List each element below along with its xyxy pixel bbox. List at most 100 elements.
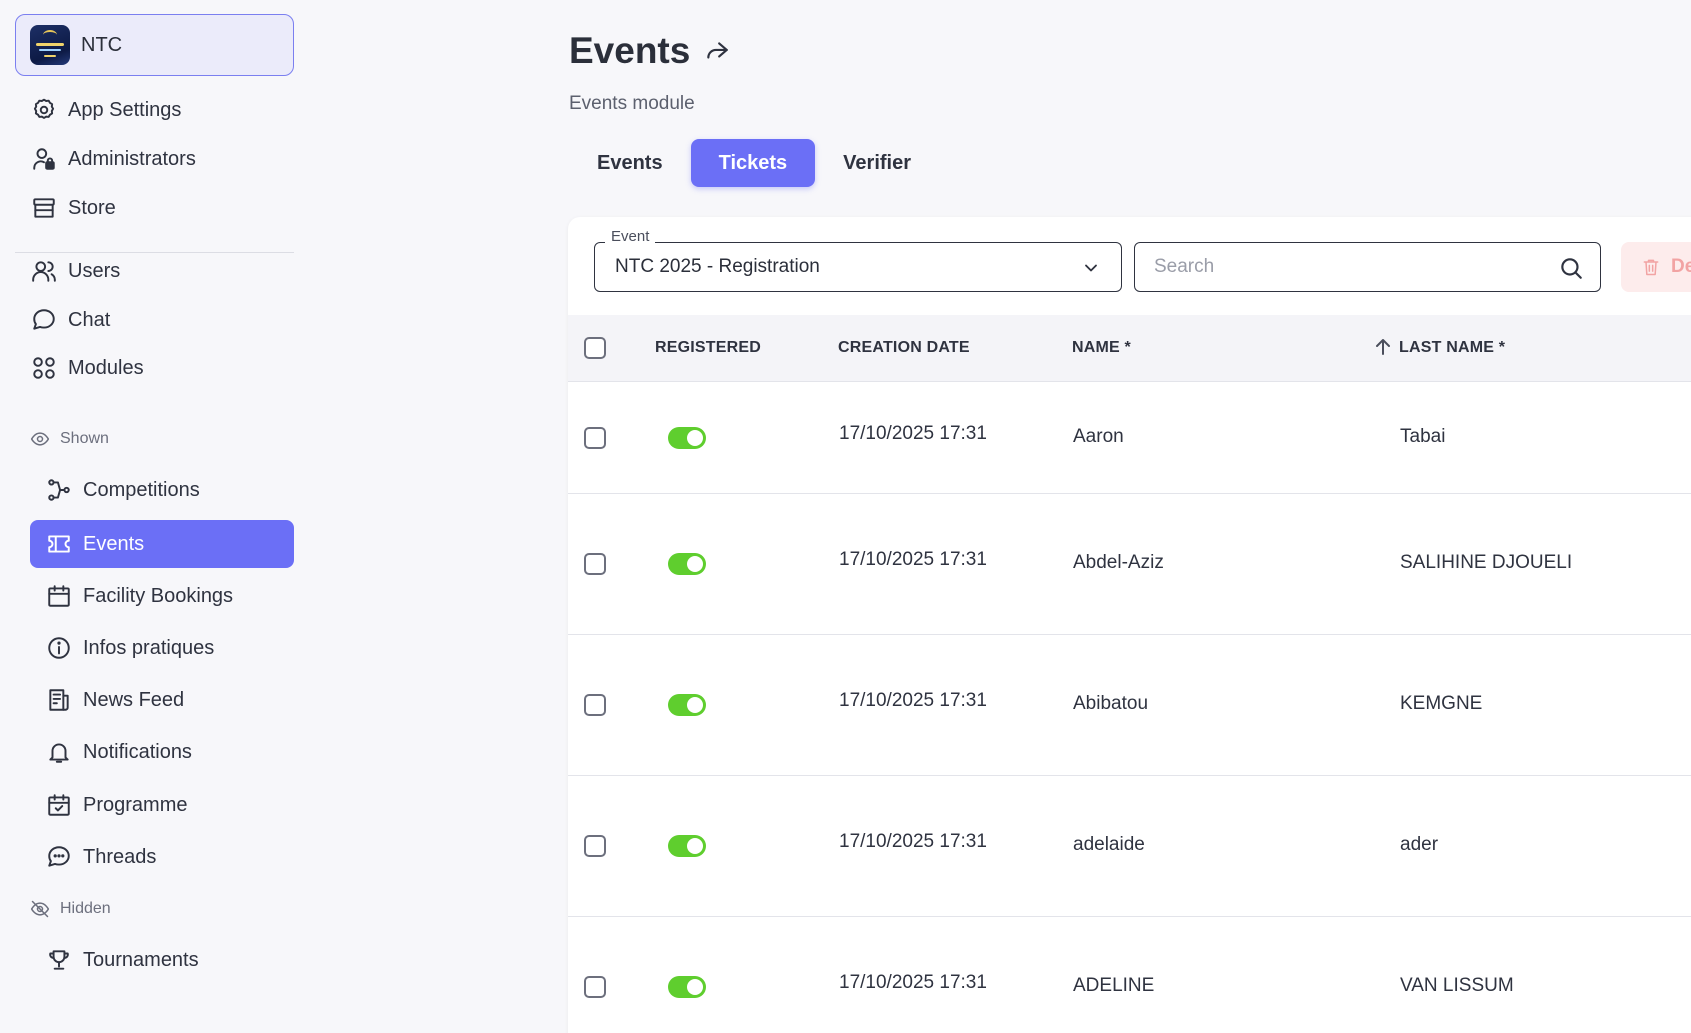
page-title: Events	[569, 30, 730, 72]
creation-date-cell: 17/10/2025 17:31	[839, 690, 987, 711]
last-name-cell: KEMGNE	[1400, 693, 1483, 714]
row-checkbox[interactable]	[584, 694, 606, 716]
event-select-value: NTC 2025 - Registration	[615, 256, 820, 277]
table-header: REGISTERED CREATION DATE NAME * LAST NAM…	[568, 315, 1691, 382]
table-row[interactable]: 17/10/2025 17:31 Abdel-Aziz SALIHINE DJO…	[568, 494, 1691, 635]
creation-date-cell: 17/10/2025 17:31	[839, 972, 987, 993]
sidebar-item-label: App Settings	[68, 98, 182, 121]
ticket-icon	[45, 530, 73, 558]
table-row[interactable]: 17/10/2025 17:31 ADELINE VAN LISSUM	[568, 917, 1691, 1033]
sidebar-item-administrators[interactable]: Administrators	[30, 137, 294, 181]
modules-icon	[30, 354, 58, 382]
sidebar-item-modules[interactable]: Modules	[30, 346, 294, 390]
sidebar-item-programme[interactable]: Programme	[30, 783, 294, 827]
creation-date-cell: 17/10/2025 17:31	[839, 549, 987, 570]
sort-ascending-icon[interactable]	[1371, 335, 1395, 359]
sidebar-item-label: Users	[68, 259, 121, 282]
sidebar-item-label: Competitions	[83, 478, 200, 501]
calendar-check-icon	[45, 791, 73, 819]
name-cell: adelaide	[1073, 834, 1145, 855]
eye-off-icon	[30, 900, 50, 918]
registered-toggle[interactable]	[668, 976, 706, 998]
search-input[interactable]	[1135, 256, 1535, 278]
row-checkbox[interactable]	[584, 427, 606, 449]
sidebar-item-label: Threads	[83, 845, 157, 868]
eye-icon	[30, 432, 50, 446]
sidebar: NTC App Settings Administrators Store Us…	[0, 0, 300, 1033]
last-name-cell: ader	[1400, 834, 1439, 855]
tab-tickets[interactable]: Tickets	[690, 139, 816, 187]
column-registered[interactable]: REGISTERED	[655, 339, 761, 357]
sidebar-item-app-settings[interactable]: App Settings	[30, 88, 294, 132]
column-creation-date[interactable]: CREATION DATE	[838, 339, 970, 357]
sidebar-item-label: Chat	[68, 308, 111, 331]
app-logo	[30, 25, 70, 65]
registered-toggle[interactable]	[668, 835, 706, 857]
name-cell: Abibatou	[1073, 693, 1149, 714]
sidebar-item-label: Events	[83, 532, 145, 555]
table-row[interactable]: 17/10/2025 17:31 adelaide ader	[568, 776, 1691, 917]
column-name[interactable]: NAME *	[1072, 339, 1131, 357]
registered-toggle[interactable]	[668, 427, 706, 449]
bell-icon	[45, 738, 73, 766]
trophy-icon	[45, 946, 73, 974]
event-select-label: Event	[605, 228, 656, 245]
name-cell: Abdel-Aziz	[1073, 552, 1164, 573]
column-last-name[interactable]: LAST NAME *	[1399, 339, 1505, 357]
sidebar-item-label: Administrators	[68, 147, 196, 170]
users-icon	[30, 257, 58, 285]
sidebar-item-threads[interactable]: Threads	[30, 835, 294, 879]
sidebar-item-infos-pratiques[interactable]: Infos pratiques	[30, 626, 294, 670]
event-select[interactable]: NTC 2025 - Registration	[594, 242, 1122, 292]
sidebar-item-users[interactable]: Users	[30, 249, 294, 293]
tab-events[interactable]: Events	[569, 139, 691, 187]
sidebar-item-label: News Feed	[83, 688, 185, 711]
chat-dots-icon	[45, 843, 73, 871]
sidebar-item-tournaments[interactable]: Tournaments	[30, 938, 294, 982]
tab-verifier[interactable]: Verifier	[815, 139, 939, 187]
sidebar-item-label: Infos pratiques	[83, 636, 215, 659]
info-icon	[45, 634, 73, 662]
page-subtitle: Events module	[569, 93, 695, 114]
sidebar-item-notifications[interactable]: Notifications	[30, 730, 294, 774]
sidebar-item-facility-bookings[interactable]: Facility Bookings	[30, 574, 294, 618]
section-hidden: Hidden	[30, 897, 111, 921]
sidebar-item-label: Tournaments	[83, 948, 199, 971]
row-checkbox[interactable]	[584, 976, 606, 998]
tickets-card: NTC 2025 - Registration Event Delete REG…	[568, 217, 1691, 1033]
sidebar-item-label: Notifications	[83, 740, 192, 763]
name-cell: ADELINE	[1073, 975, 1155, 996]
select-all-checkbox[interactable]	[584, 337, 606, 359]
delete-button[interactable]: Delete	[1621, 242, 1691, 292]
module-tabs: Events Tickets Verifier	[569, 139, 939, 187]
chevron-down-icon	[1081, 258, 1101, 278]
sidebar-item-store[interactable]: Store	[30, 186, 294, 230]
creation-date-cell: 17/10/2025 17:31	[839, 423, 987, 444]
last-name-cell: Tabai	[1400, 426, 1446, 447]
share-icon[interactable]	[704, 38, 730, 64]
app-switcher[interactable]: NTC	[15, 14, 294, 76]
chat-icon	[30, 306, 58, 334]
sidebar-item-competitions[interactable]: Competitions	[30, 468, 294, 512]
trash-icon	[1643, 259, 1659, 276]
last-name-cell: VAN LISSUM	[1400, 975, 1514, 996]
user-lock-icon	[30, 145, 58, 173]
table-row[interactable]: 17/10/2025 17:31 Abibatou KEMGNE	[568, 635, 1691, 776]
last-name-cell: SALIHINE DJOUELI	[1400, 552, 1573, 573]
sidebar-item-label: Facility Bookings	[83, 584, 234, 607]
registered-toggle[interactable]	[668, 553, 706, 575]
sidebar-item-events[interactable]: Events	[30, 520, 294, 568]
sidebar-item-chat[interactable]: Chat	[30, 298, 294, 342]
registered-toggle[interactable]	[668, 694, 706, 716]
search-icon[interactable]	[1558, 255, 1584, 281]
calendar-icon	[45, 582, 73, 610]
sidebar-item-news-feed[interactable]: News Feed	[30, 678, 294, 722]
search-field	[1134, 242, 1601, 292]
row-checkbox[interactable]	[584, 553, 606, 575]
table-row[interactable]: 17/10/2025 17:31 Aaron Tabai	[568, 382, 1691, 494]
name-cell: Aaron	[1073, 426, 1124, 447]
sidebar-item-label: Modules	[68, 356, 144, 379]
row-checkbox[interactable]	[584, 835, 606, 857]
sidebar-item-label: Store	[68, 196, 116, 219]
store-icon	[30, 194, 58, 222]
